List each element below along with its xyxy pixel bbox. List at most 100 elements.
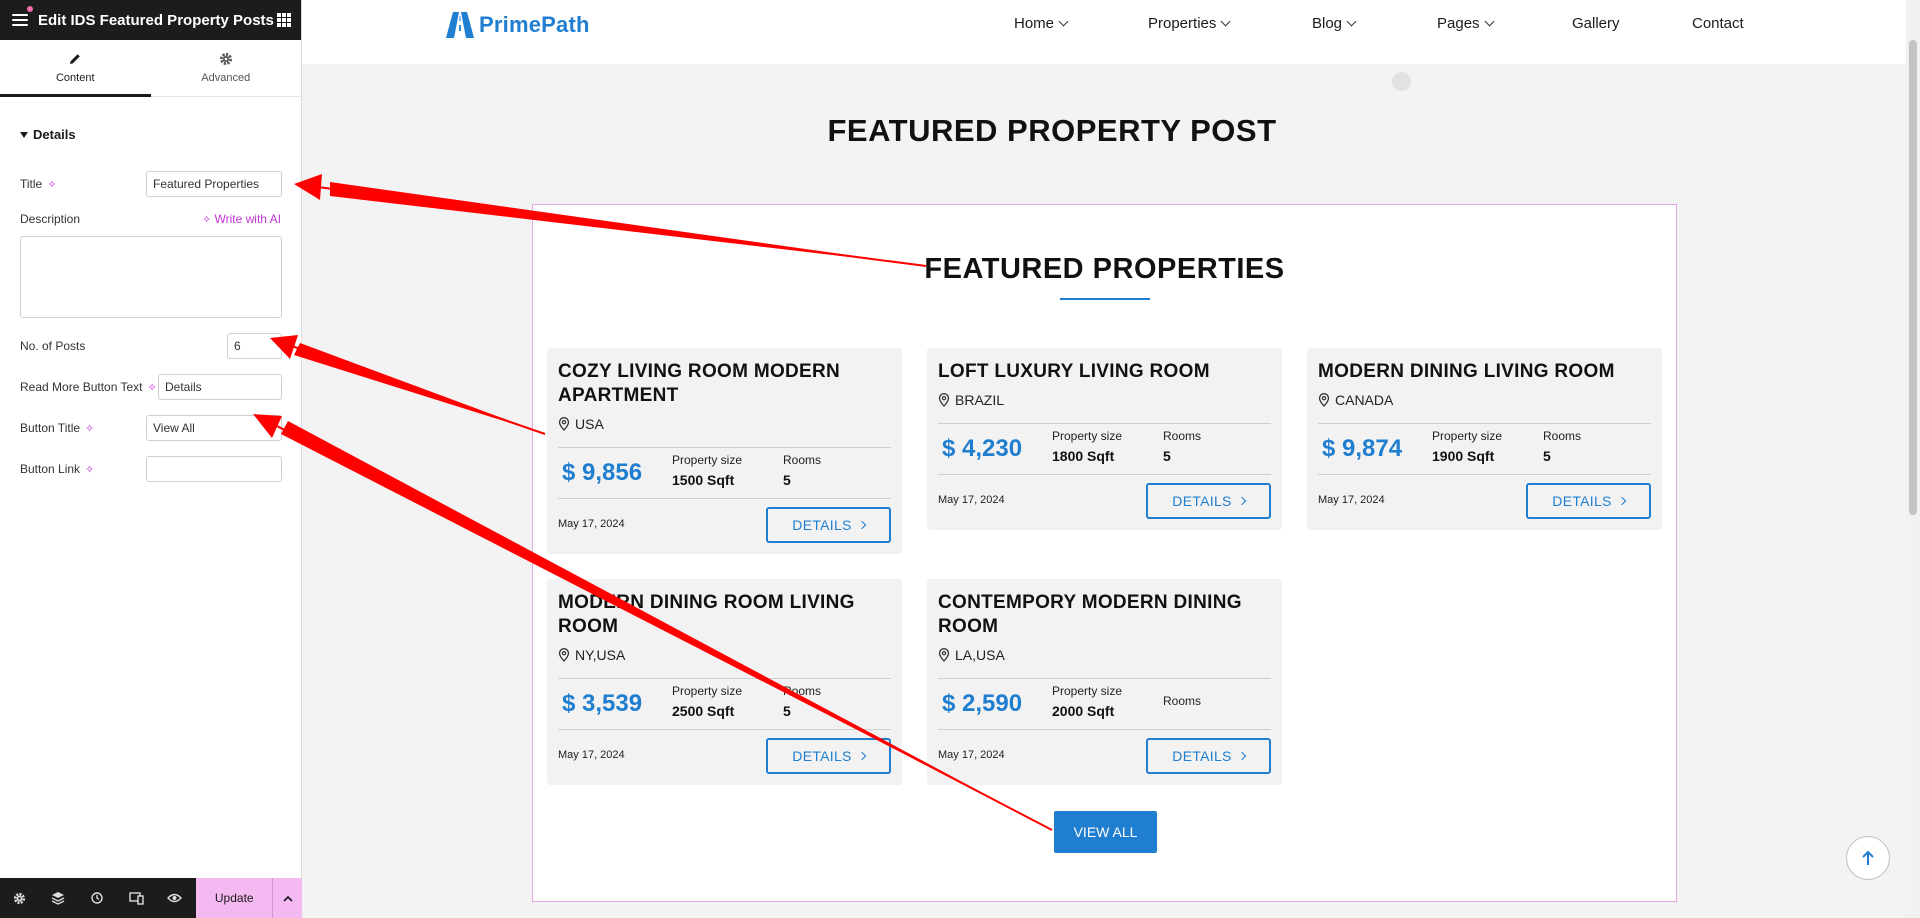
details-button[interactable]: DETAILS bbox=[1146, 483, 1271, 519]
rooms-label: Rooms bbox=[1163, 429, 1202, 443]
ai-sparkle-icon[interactable]: ✧ bbox=[85, 422, 94, 435]
details-label: DETAILS bbox=[792, 748, 852, 764]
details-section-toggle[interactable]: Details bbox=[0, 127, 301, 142]
write-with-ai-label: Write with AI bbox=[214, 212, 281, 226]
property-price: $ 4,230 bbox=[942, 435, 1023, 462]
panel-header: Edit IDS Featured Property Posts bbox=[0, 0, 301, 40]
details-button[interactable]: DETAILS bbox=[1526, 483, 1651, 519]
panel-tabs: Content Advanced bbox=[0, 40, 301, 97]
tab-advanced[interactable]: Advanced bbox=[151, 40, 302, 96]
featured-properties-widget[interactable]: FEATURED PROPERTIES COZY LIVING ROOM MOD… bbox=[532, 204, 1677, 902]
divider bbox=[558, 678, 891, 679]
tab-content[interactable]: Content bbox=[0, 40, 151, 97]
scroll-to-top-button[interactable] bbox=[1846, 836, 1890, 880]
property-card[interactable]: MODERN DINING LIVING ROOM CANADA $ 9,874… bbox=[1307, 348, 1662, 530]
post-date: May 17, 2024 bbox=[1318, 494, 1385, 506]
property-card[interactable]: LOFT LUXURY LIVING ROOM BRAZIL $ 4,230 P… bbox=[927, 348, 1282, 530]
property-card[interactable]: MODERN DINING ROOM LIVING ROOM NY,USA $ … bbox=[547, 579, 902, 785]
post-date: May 17, 2024 bbox=[558, 518, 625, 530]
ai-sparkle-icon[interactable]: ✧ bbox=[47, 178, 56, 191]
details-button[interactable]: DETAILS bbox=[766, 738, 891, 774]
map-pin-icon bbox=[938, 648, 950, 662]
property-price: $ 9,856 bbox=[562, 459, 643, 486]
details-label: DETAILS bbox=[1172, 748, 1232, 764]
chevron-right-icon bbox=[1617, 496, 1626, 506]
property-title[interactable]: CONTEMPORY MODERN DINING ROOM bbox=[938, 591, 1272, 639]
location-text: LA,USA bbox=[955, 647, 1005, 663]
preview-eye-icon[interactable] bbox=[156, 878, 195, 918]
rooms-value: 5 bbox=[783, 703, 791, 719]
ai-sparkle-icon[interactable]: ✧ bbox=[148, 381, 157, 394]
divider bbox=[558, 498, 891, 499]
caret-down-icon bbox=[20, 131, 28, 138]
page-scrollbar[interactable] bbox=[1906, 0, 1920, 918]
property-title[interactable]: COZY LIVING ROOM MODERN APARTMENT bbox=[558, 360, 892, 408]
property-title[interactable]: LOFT LUXURY LIVING ROOM bbox=[938, 360, 1272, 384]
property-card[interactable]: CONTEMPORY MODERN DINING ROOM LA,USA $ 2… bbox=[927, 579, 1282, 785]
posts-number-input[interactable]: 6 bbox=[227, 333, 282, 359]
panel-footer: Update bbox=[0, 878, 303, 918]
decorative-circle bbox=[1392, 72, 1411, 91]
size-label: Property size bbox=[672, 684, 743, 698]
nav-properties[interactable]: Properties bbox=[1148, 15, 1231, 32]
rooms-label: Rooms bbox=[783, 453, 822, 467]
details-button[interactable]: DETAILS bbox=[766, 507, 891, 543]
property-card[interactable]: COZY LIVING ROOM MODERN APARTMENT USA $ … bbox=[547, 348, 902, 554]
details-button[interactable]: DETAILS bbox=[1146, 738, 1271, 774]
nav-pages[interactable]: Pages bbox=[1437, 15, 1494, 32]
divider bbox=[938, 729, 1271, 730]
ai-sparkle-icon[interactable]: ✧ bbox=[85, 463, 94, 476]
property-location: USA bbox=[558, 416, 604, 432]
size-value: 1900 Sqft bbox=[1432, 448, 1495, 464]
write-with-ai-button[interactable]: ✧ Write with AI bbox=[202, 212, 281, 226]
tab-content-label: Content bbox=[55, 72, 95, 84]
button-link-label: Button Link bbox=[20, 462, 81, 476]
location-text: NY,USA bbox=[575, 647, 626, 663]
widgets-grid-icon[interactable] bbox=[277, 13, 291, 27]
update-button[interactable]: Update bbox=[196, 878, 273, 918]
update-options-chevron-up-icon[interactable] bbox=[272, 878, 303, 918]
nav-gallery[interactable]: Gallery bbox=[1572, 15, 1620, 32]
description-label: Description bbox=[20, 212, 81, 226]
rooms-value: 5 bbox=[1163, 448, 1171, 464]
nav-contact-label: Contact bbox=[1692, 15, 1744, 32]
nav-pages-label: Pages bbox=[1437, 15, 1480, 32]
property-price: $ 2,590 bbox=[942, 690, 1023, 717]
nav-gallery-label: Gallery bbox=[1572, 15, 1620, 32]
property-title[interactable]: MODERN DINING ROOM LIVING ROOM bbox=[558, 591, 892, 639]
property-title[interactable]: MODERN DINING LIVING ROOM bbox=[1318, 360, 1652, 384]
property-location: CANADA bbox=[1318, 392, 1393, 408]
chevron-down-icon bbox=[1220, 16, 1231, 27]
responsive-mode-icon[interactable] bbox=[117, 878, 156, 918]
description-textarea[interactable] bbox=[20, 236, 282, 318]
button-title-input[interactable]: View All bbox=[146, 415, 282, 441]
property-price: $ 9,874 bbox=[1322, 435, 1403, 462]
nav-contact[interactable]: Contact bbox=[1692, 15, 1744, 32]
chevron-down-icon bbox=[1346, 16, 1357, 27]
property-price: $ 3,539 bbox=[562, 690, 643, 717]
history-icon[interactable] bbox=[78, 878, 117, 918]
title-input[interactable]: Featured Properties bbox=[146, 171, 282, 197]
tab-advanced-label: Advanced bbox=[201, 72, 251, 84]
menu-icon[interactable] bbox=[12, 14, 28, 26]
site-logo[interactable]: PrimePath bbox=[445, 10, 590, 40]
title-label: Title bbox=[20, 177, 43, 191]
details-label: DETAILS bbox=[792, 517, 852, 533]
size-label: Property size bbox=[1432, 429, 1503, 443]
scrollbar-thumb[interactable] bbox=[1909, 40, 1917, 515]
divider bbox=[1318, 474, 1651, 475]
readmore-label: Read More Button Text bbox=[20, 380, 143, 394]
layers-icon[interactable] bbox=[39, 878, 78, 918]
location-text: CANADA bbox=[1335, 392, 1394, 408]
chevron-right-icon bbox=[857, 520, 866, 530]
size-value: 1800 Sqft bbox=[1052, 448, 1115, 464]
settings-icon[interactable] bbox=[0, 878, 39, 918]
view-all-button[interactable]: VIEW ALL bbox=[1054, 811, 1157, 853]
button-link-input[interactable] bbox=[146, 456, 282, 482]
readmore-input[interactable]: Details bbox=[158, 374, 282, 400]
post-date: May 17, 2024 bbox=[558, 749, 625, 761]
nav-blog[interactable]: Blog bbox=[1312, 15, 1357, 32]
title-underline bbox=[1060, 298, 1150, 300]
map-pin-icon bbox=[558, 648, 570, 662]
nav-home[interactable]: Home bbox=[1014, 15, 1069, 32]
